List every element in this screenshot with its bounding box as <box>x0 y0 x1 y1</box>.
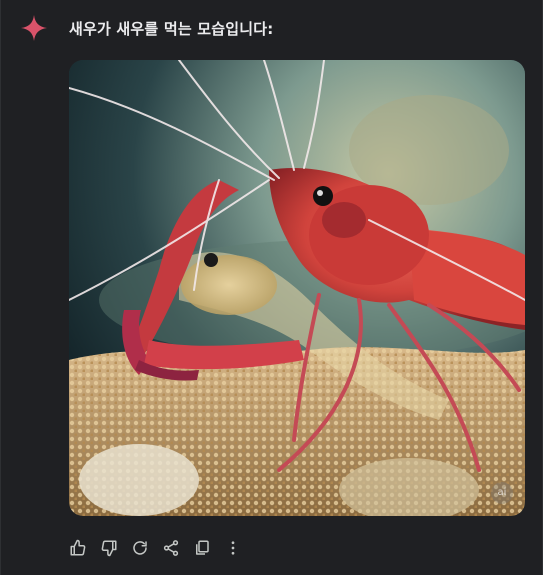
thumbs-up-button[interactable] <box>67 537 89 559</box>
shrimp-image <box>69 60 525 516</box>
regenerate-button[interactable] <box>129 537 151 559</box>
thumbs-up-icon <box>70 539 86 556</box>
thumbs-down-button[interactable] <box>98 537 120 559</box>
copy-button[interactable] <box>191 537 213 559</box>
gemini-sparkle-icon <box>21 15 47 41</box>
ai-watermark: ai <box>491 482 513 504</box>
more-options-icon <box>231 541 235 555</box>
response-text: 새우가 새우를 먹는 모습입니다: <box>69 20 274 38</box>
response-actions <box>67 536 253 560</box>
chat-response: 새우가 새우를 먹는 모습입니다: ai <box>0 0 543 575</box>
share-button[interactable] <box>160 537 182 559</box>
share-icon <box>163 540 179 556</box>
regenerate-icon <box>133 541 147 555</box>
more-options-button[interactable] <box>222 537 244 559</box>
generated-image[interactable]: ai <box>69 60 525 516</box>
copy-icon <box>196 540 209 555</box>
thumbs-down-icon <box>101 540 117 557</box>
